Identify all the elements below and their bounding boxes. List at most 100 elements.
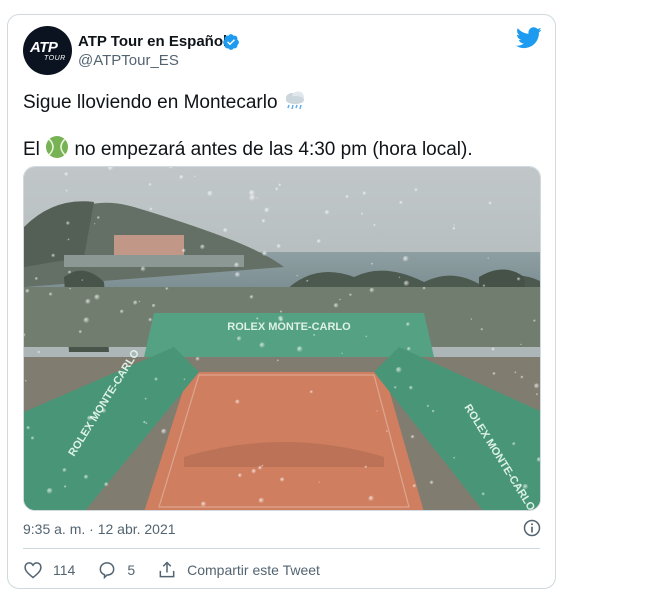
raindrop bbox=[46, 487, 53, 495]
raindrop bbox=[223, 228, 228, 233]
raindrop bbox=[37, 350, 41, 354]
raindrop bbox=[309, 390, 314, 394]
reply-button[interactable]: 5 bbox=[97, 560, 135, 580]
raindrop bbox=[481, 492, 486, 496]
share-icon bbox=[159, 561, 175, 578]
raindrop bbox=[207, 190, 214, 197]
avatar[interactable]: ATP TOUR bbox=[23, 26, 72, 75]
raindrop bbox=[237, 473, 243, 478]
raindrop bbox=[148, 183, 152, 187]
tweet-text-line1: Sigue lloviendo en Montecarlo bbox=[23, 90, 307, 115]
tweet-text-line1-content: Sigue lloviendo en Montecarlo bbox=[23, 92, 278, 113]
raindrop bbox=[83, 474, 89, 480]
raindrop bbox=[369, 287, 375, 293]
raindrop bbox=[234, 262, 240, 268]
raindrop bbox=[67, 238, 70, 241]
verified-badge-icon bbox=[223, 34, 239, 50]
raindrop bbox=[62, 468, 67, 473]
raindrop bbox=[154, 377, 159, 382]
raindrop bbox=[296, 346, 303, 353]
raindrop bbox=[399, 200, 403, 205]
raindrop bbox=[422, 286, 426, 290]
like-count: 114 bbox=[53, 562, 76, 578]
raindrop bbox=[65, 189, 69, 192]
raindrop bbox=[119, 309, 125, 314]
raindrop bbox=[258, 497, 265, 504]
raindrop bbox=[24, 379, 27, 382]
raindrop bbox=[179, 175, 184, 180]
raindrop bbox=[492, 372, 496, 376]
raindrop bbox=[370, 262, 374, 266]
raindrop bbox=[426, 404, 430, 408]
raindrop bbox=[279, 310, 283, 313]
raindrop bbox=[236, 336, 242, 342]
raindrop bbox=[345, 195, 350, 199]
twitter-bird-icon[interactable] bbox=[516, 27, 542, 49]
share-button[interactable]: Compartir este Tweet bbox=[157, 560, 320, 580]
raindrop bbox=[194, 175, 197, 178]
raindrop bbox=[144, 397, 147, 400]
raindrop bbox=[365, 335, 368, 338]
raindrop bbox=[256, 317, 259, 320]
raindrop bbox=[398, 276, 401, 279]
raindrop bbox=[364, 465, 368, 469]
raindrop bbox=[318, 481, 321, 484]
reply-bubble-icon bbox=[99, 562, 115, 580]
raindrop bbox=[491, 347, 496, 351]
raindrop bbox=[278, 183, 282, 187]
raindrop bbox=[165, 287, 169, 291]
info-icon[interactable] bbox=[522, 518, 542, 538]
raindrop bbox=[409, 385, 414, 390]
tweet-timestamp[interactable]: 9:35 a. m. · 12 abr. 2021 bbox=[23, 520, 176, 538]
avatar-logo-text: ATP bbox=[30, 39, 58, 56]
raindrop bbox=[261, 219, 266, 223]
raindrop bbox=[264, 207, 270, 213]
like-button[interactable]: 114 bbox=[23, 560, 75, 580]
raindrop bbox=[376, 410, 378, 412]
author-handle[interactable]: @ATPTour_ES bbox=[78, 52, 179, 70]
raindrop bbox=[516, 277, 521, 281]
raindrop bbox=[373, 223, 376, 227]
raindrop bbox=[249, 295, 254, 300]
tweet-text-line2-prefix: El bbox=[23, 139, 40, 160]
raindrop bbox=[87, 415, 93, 422]
raindrop bbox=[386, 430, 388, 433]
raindrop bbox=[48, 292, 53, 297]
author-name[interactable]: ATP Tour en Español bbox=[78, 33, 227, 51]
raindrop bbox=[333, 303, 339, 309]
raindrop bbox=[512, 442, 516, 446]
raindrop bbox=[470, 318, 473, 321]
rainy-tennis-court-photo: ROLEX MONTE-CARLO ROLEX MONTE-CARLO ROLE… bbox=[24, 167, 540, 510]
raindrop bbox=[85, 298, 91, 305]
raindrop bbox=[81, 279, 84, 282]
raindrop bbox=[316, 239, 322, 244]
raindrop bbox=[414, 188, 419, 192]
raindrop bbox=[280, 477, 285, 483]
reply-count: 5 bbox=[127, 562, 136, 578]
raindrop bbox=[520, 343, 522, 346]
raindrop bbox=[360, 212, 364, 216]
heart-icon bbox=[24, 562, 42, 579]
raindrop bbox=[143, 420, 147, 424]
raindrop bbox=[535, 393, 539, 396]
raindrop bbox=[104, 482, 109, 487]
raindrop bbox=[362, 191, 367, 196]
raindrop bbox=[96, 216, 101, 220]
raindrop bbox=[181, 248, 187, 253]
divider bbox=[23, 548, 540, 549]
raindrop bbox=[26, 426, 31, 430]
raindrop bbox=[406, 322, 411, 327]
raindrop bbox=[251, 468, 257, 474]
raindrop bbox=[349, 293, 353, 297]
tweet-text-line2: El no empezará antes de las 4:30 pm (hor… bbox=[23, 135, 473, 162]
raindrop bbox=[234, 272, 241, 278]
raindrop bbox=[256, 197, 259, 199]
raindrop bbox=[368, 495, 375, 502]
raindrop bbox=[276, 244, 282, 249]
raindrop bbox=[64, 172, 69, 177]
raindrop bbox=[149, 207, 153, 211]
tweet-photo[interactable]: ROLEX MONTE-CARLO ROLEX MONTE-CARLO ROLE… bbox=[23, 166, 541, 511]
raindrop bbox=[148, 317, 153, 322]
raindrop bbox=[533, 319, 536, 323]
raindrop bbox=[341, 352, 344, 355]
